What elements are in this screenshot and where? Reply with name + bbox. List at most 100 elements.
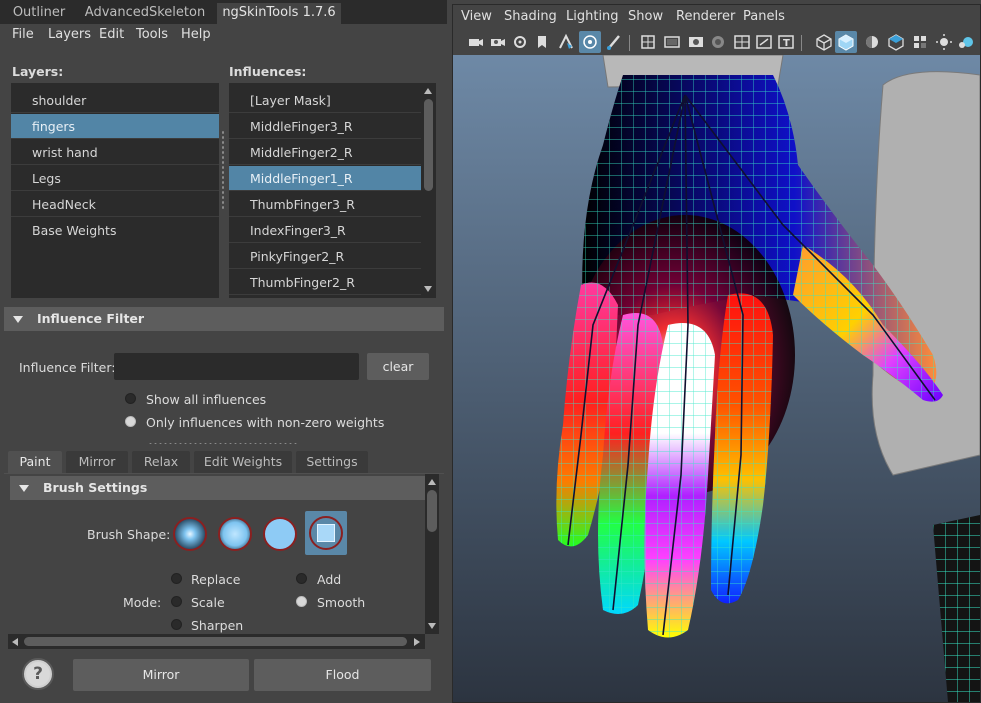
- influence-filter-section[interactable]: Influence Filter: [4, 307, 444, 331]
- viewport-menu-renderer[interactable]: Renderer: [676, 9, 735, 24]
- influence-item-selected[interactable]: MiddleFinger1_R: [229, 166, 421, 191]
- tab-ngskintools[interactable]: ngSkinTools 1.7.6: [217, 3, 341, 24]
- tab-mirror[interactable]: Mirror: [66, 451, 128, 473]
- brush-settings-section[interactable]: Brush Settings: [10, 476, 425, 500]
- viewport-3d-scene[interactable]: [453, 55, 980, 702]
- brush-shape-soft-icon[interactable]: [218, 517, 252, 551]
- mode-replace-label: Replace: [191, 572, 241, 587]
- influences-list[interactable]: [Layer Mask] MiddleFinger3_R MiddleFinge…: [229, 83, 421, 298]
- radio-non-zero[interactable]: [125, 416, 136, 427]
- image-plane-icon[interactable]: [533, 33, 551, 51]
- influence-item[interactable]: ThumbFinger3_R: [229, 192, 421, 217]
- radio-mode-smooth[interactable]: [296, 596, 307, 607]
- viewport-menu-shading[interactable]: Shading: [504, 9, 557, 24]
- scroll-down-icon[interactable]: [424, 286, 432, 292]
- influence-item[interactable]: [Layer Mask]: [229, 88, 421, 113]
- layer-item-base-weights[interactable]: Base Weights: [11, 218, 219, 243]
- radio-mode-replace[interactable]: [171, 573, 182, 584]
- tab-relax[interactable]: Relax: [132, 451, 190, 473]
- influence-item[interactable]: IndexFinger3_R: [229, 218, 421, 243]
- smooth-shade-active[interactable]: [835, 31, 857, 53]
- scroll-thumb[interactable]: [24, 637, 407, 646]
- radio-mode-add[interactable]: [296, 573, 307, 584]
- bookmarks-icon[interactable]: [511, 33, 529, 51]
- menu-file[interactable]: File: [12, 27, 34, 42]
- default-material-icon[interactable]: [863, 33, 881, 51]
- tab-settings[interactable]: Settings: [296, 451, 368, 473]
- layer-item-shoulder[interactable]: shoulder: [11, 88, 219, 113]
- layer-item-headneck[interactable]: HeadNeck: [11, 192, 219, 217]
- menu-edit[interactable]: Edit: [99, 27, 124, 42]
- clear-button[interactable]: clear: [367, 353, 429, 380]
- paint-tab-content: Brush Settings Brush Shape: Mode: Replac…: [4, 474, 444, 636]
- collapse-triangle-icon[interactable]: [19, 485, 29, 492]
- influence-filter-input[interactable]: [114, 353, 359, 380]
- layer-item-legs[interactable]: Legs: [11, 166, 219, 191]
- mirror-button[interactable]: Mirror: [73, 659, 249, 691]
- help-button[interactable]: ?: [22, 658, 54, 690]
- scroll-thumb[interactable]: [424, 99, 433, 191]
- safe-action-icon[interactable]: [755, 33, 773, 51]
- brush-shape-solid-icon[interactable]: [263, 517, 297, 551]
- influence-item[interactable]: MiddleFinger3_R: [229, 114, 421, 139]
- camera-attributes-icon[interactable]: [489, 33, 507, 51]
- layer-item-fingers[interactable]: fingers: [11, 114, 219, 139]
- splitter-handle[interactable]: [221, 130, 225, 210]
- shadows-icon[interactable]: [911, 33, 929, 51]
- scroll-up-icon[interactable]: [424, 88, 432, 94]
- toolbar-separator: [629, 35, 630, 51]
- grid-toggle-icon[interactable]: [639, 33, 657, 51]
- tab-advancedskeleton[interactable]: AdvancedSkeleton: [78, 3, 212, 24]
- radio-mode-sharpen[interactable]: [171, 619, 182, 630]
- menu-layers[interactable]: Layers: [48, 27, 91, 42]
- brush-shape-gaussian-icon[interactable]: [173, 517, 207, 551]
- menu-tools[interactable]: Tools: [136, 27, 168, 42]
- layer-item-wrist-hand[interactable]: wrist hand: [11, 140, 219, 165]
- grid-icon[interactable]: [557, 33, 575, 51]
- scroll-left-icon[interactable]: [12, 638, 18, 646]
- lighting-icon[interactable]: [935, 33, 953, 51]
- mode-smooth-label: Smooth: [317, 595, 366, 610]
- resolution-gate-icon[interactable]: [687, 33, 705, 51]
- viewport-menu-show[interactable]: Show: [628, 9, 663, 24]
- viewport-menu-lighting[interactable]: Lighting: [566, 9, 619, 24]
- paint-brush-icon[interactable]: [605, 33, 623, 51]
- safe-title-icon[interactable]: T: [777, 33, 795, 51]
- select-camera-icon[interactable]: [467, 33, 485, 51]
- influence-item[interactable]: ThumbFinger2_R: [229, 270, 421, 295]
- scroll-right-icon[interactable]: [414, 638, 420, 646]
- influences-header: Influences:: [229, 64, 307, 79]
- brush-shape-square-selected[interactable]: [305, 511, 347, 555]
- paint-vertical-scrollbar[interactable]: [425, 474, 439, 634]
- collapse-triangle-icon[interactable]: [13, 316, 23, 323]
- field-chart-icon[interactable]: [733, 33, 751, 51]
- select-tool-active[interactable]: [579, 31, 601, 53]
- influences-scrollbar[interactable]: [421, 83, 436, 298]
- menu-help[interactable]: Help: [181, 27, 211, 42]
- option-show-all-label: Show all influences: [146, 392, 267, 407]
- viewport-panel: View Shading Lighting Show Renderer Pane…: [452, 4, 981, 703]
- scroll-up-icon[interactable]: [428, 479, 436, 485]
- influence-filter-label: Influence Filter:: [19, 360, 116, 375]
- section-divider-handle[interactable]: [148, 442, 298, 445]
- radio-mode-scale[interactable]: [171, 596, 182, 607]
- scroll-down-icon[interactable]: [428, 623, 436, 629]
- influence-item[interactable]: MiddleFinger2_R: [229, 140, 421, 165]
- influence-item[interactable]: PinkyFinger2_R: [229, 244, 421, 269]
- flood-button[interactable]: Flood: [254, 659, 431, 691]
- radio-show-all[interactable]: [125, 393, 136, 404]
- tab-outliner[interactable]: Outliner: [4, 3, 74, 24]
- layers-header: Layers:: [12, 64, 64, 79]
- viewport-menu-panels[interactable]: Panels: [743, 9, 785, 24]
- layers-list[interactable]: shoulder fingers wrist hand Legs HeadNec…: [11, 83, 219, 298]
- gate-mask-icon[interactable]: [709, 33, 727, 51]
- tab-paint[interactable]: Paint: [8, 451, 62, 473]
- textured-icon[interactable]: [887, 33, 905, 51]
- wireframe-icon[interactable]: [815, 33, 833, 51]
- scroll-thumb[interactable]: [427, 490, 437, 532]
- ambient-occlusion-icon[interactable]: [957, 33, 975, 51]
- viewport-menu-view[interactable]: View: [461, 9, 492, 24]
- tab-edit-weights[interactable]: Edit Weights: [194, 451, 292, 473]
- film-gate-icon[interactable]: [663, 33, 681, 51]
- paint-horizontal-scrollbar[interactable]: [8, 634, 425, 649]
